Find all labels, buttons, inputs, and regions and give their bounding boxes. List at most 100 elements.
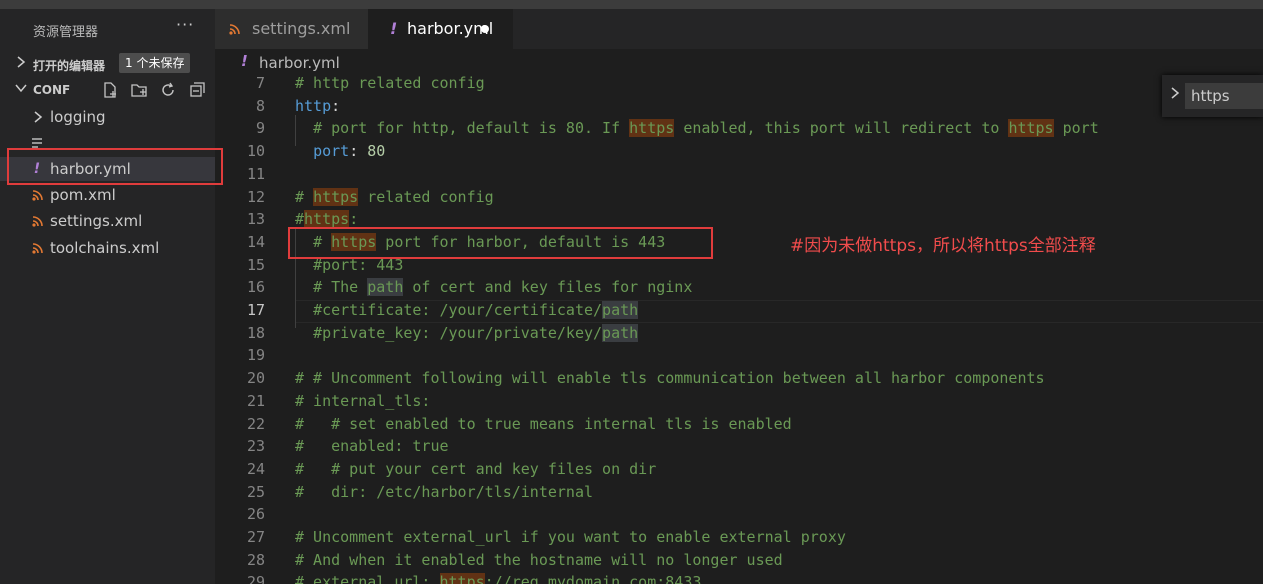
line-code: http: bbox=[295, 96, 341, 115]
line-code: #https: bbox=[295, 210, 359, 229]
line-number: 8 bbox=[255, 96, 265, 115]
line-code: # # Uncomment following will enable tls … bbox=[295, 369, 1045, 388]
tree-item-label: settings.xml bbox=[50, 212, 143, 230]
code-line[interactable]: 19 bbox=[215, 344, 1263, 367]
tab-harbor-yml[interactable]: ! harbor.yml bbox=[368, 9, 513, 49]
tab-settings-xml[interactable]: settings.xml bbox=[215, 9, 368, 49]
line-number: 11 bbox=[246, 164, 265, 183]
code-line[interactable]: 24 # # put your cert and key files on dir bbox=[215, 458, 1263, 481]
code-line[interactable]: 13 #https: bbox=[215, 208, 1263, 231]
collapse-all-icon[interactable] bbox=[188, 81, 206, 99]
code-line[interactable]: 7 # http related config bbox=[215, 75, 1263, 95]
line-code: port: 80 bbox=[313, 142, 386, 161]
file-lines-icon bbox=[30, 131, 44, 155]
code-line[interactable]: 12 # https related config bbox=[215, 186, 1263, 209]
line-number: 12 bbox=[246, 187, 265, 206]
line-code: # http related config bbox=[295, 75, 485, 92]
line-code: # dir: /etc/harbor/tls/internal bbox=[295, 482, 594, 501]
find-input[interactable]: https bbox=[1185, 83, 1263, 109]
open-editors-label: 打开的编辑器 bbox=[33, 59, 106, 73]
refresh-icon[interactable] bbox=[159, 81, 177, 99]
line-number: 26 bbox=[246, 505, 265, 524]
find-widget: https bbox=[1162, 75, 1263, 117]
line-code: # https port for harbor, default is 443 bbox=[313, 232, 666, 251]
line-code: # Uncomment external_url if you want to … bbox=[295, 528, 846, 546]
yaml-exclamation-icon: ! bbox=[33, 161, 41, 177]
code-line[interactable]: 28 # And when it enabled the hostname wil… bbox=[215, 549, 1263, 572]
line-code: # And when it enabled the hostname will … bbox=[295, 550, 783, 569]
yaml-exclamation-icon: ! bbox=[241, 52, 248, 70]
tree-item-unnamed[interactable] bbox=[0, 131, 215, 155]
line-number: 25 bbox=[246, 482, 265, 501]
code-line[interactable]: 20 # # Uncomment following will enable tl… bbox=[215, 367, 1263, 390]
code-line[interactable]: 9 # port for http, default is 80. If htt… bbox=[215, 117, 1263, 140]
line-code: # external_url: https://reg.mydomain.com… bbox=[295, 571, 701, 584]
tree-item-label: pom.xml bbox=[50, 186, 116, 204]
code-line[interactable]: 25 # dir: /etc/harbor/tls/internal bbox=[215, 481, 1263, 504]
line-number: 14 bbox=[246, 232, 265, 251]
line-number: 18 bbox=[246, 323, 265, 342]
code-line[interactable]: 10 port: 80 bbox=[215, 140, 1263, 163]
code-editor[interactable]: 7 # http related config 8 http: 9 # port for… bbox=[215, 75, 1263, 584]
line-number: 17 bbox=[246, 301, 265, 319]
line-number: 16 bbox=[246, 278, 265, 297]
line-number: 23 bbox=[246, 437, 265, 456]
unsaved-badge: 1 个未保存 bbox=[119, 53, 191, 73]
line-code: # # put your cert and key files on dir bbox=[295, 459, 657, 478]
line-code: # The path of cert and key files for ngi… bbox=[313, 278, 693, 297]
unsaved-dot-icon[interactable] bbox=[481, 25, 489, 33]
line-code: # port for http, default is 80. If https… bbox=[313, 119, 1099, 138]
code-line[interactable]: 29 # external_url: https://reg.mydomain.c… bbox=[215, 571, 1263, 584]
code-line[interactable]: 8 http: bbox=[215, 95, 1263, 118]
code-line[interactable]: 17 #certificate: /your/certificate/path bbox=[215, 299, 1263, 322]
line-number: 9 bbox=[255, 119, 265, 138]
line-number: 21 bbox=[246, 391, 265, 410]
code-line[interactable]: 21 # internal_tls: bbox=[215, 390, 1263, 413]
line-number: 7 bbox=[255, 75, 265, 92]
more-actions-icon[interactable]: ··· bbox=[176, 15, 194, 34]
tree-item-harbor-yml[interactable]: ! harbor.yml bbox=[0, 157, 215, 181]
line-number: 19 bbox=[246, 346, 265, 365]
tree-item-toolchains-xml[interactable]: toolchains.xml bbox=[0, 236, 215, 260]
code-line[interactable]: 26 bbox=[215, 503, 1263, 526]
line-code: # internal_tls: bbox=[295, 391, 431, 410]
explorer-title: 资源管理器 bbox=[33, 25, 99, 40]
yaml-exclamation-icon: ! bbox=[390, 19, 398, 38]
line-number: 28 bbox=[246, 550, 265, 569]
tree-item-logging[interactable]: logging bbox=[0, 105, 215, 129]
code-line[interactable]: 27 # Uncomment external_url if you want t… bbox=[215, 526, 1263, 549]
tree-item-pom-xml[interactable]: pom.xml bbox=[0, 183, 215, 207]
rss-icon bbox=[30, 236, 44, 260]
chevron-right-icon[interactable] bbox=[1170, 86, 1180, 104]
line-number: 10 bbox=[246, 142, 265, 161]
tree-item-settings-xml[interactable]: settings.xml bbox=[0, 209, 215, 233]
line-number: 13 bbox=[246, 210, 265, 229]
code-line[interactable]: 11 bbox=[215, 163, 1263, 186]
rss-icon bbox=[229, 10, 240, 50]
code-line[interactable]: 16 # The path of cert and key files for … bbox=[215, 276, 1263, 299]
line-code: #private_key: /your/private/key/path bbox=[313, 323, 639, 342]
line-number: 29 bbox=[246, 573, 265, 584]
title-bar-strip bbox=[0, 0, 1263, 9]
line-number: 27 bbox=[246, 528, 265, 546]
rss-icon bbox=[30, 183, 44, 207]
breadcrumb-file[interactable]: harbor.yml bbox=[259, 54, 340, 72]
line-code: # enabled: true bbox=[295, 437, 449, 456]
new-folder-icon[interactable] bbox=[130, 81, 148, 99]
indent-guide bbox=[295, 228, 296, 328]
conf-folder-label: CONF bbox=[33, 83, 71, 97]
new-file-icon[interactable] bbox=[101, 81, 119, 99]
chevron-down-icon bbox=[14, 81, 28, 99]
code-line[interactable]: 22 # # set enabled to true means internal… bbox=[215, 413, 1263, 436]
code-line[interactable]: 15 #port: 443 bbox=[215, 254, 1263, 277]
code-line[interactable]: 14 # https port for harbor, default is 4… bbox=[215, 231, 1263, 254]
tree-item-label: toolchains.xml bbox=[50, 239, 160, 257]
line-code: # https related config bbox=[295, 187, 494, 206]
line-number: 20 bbox=[246, 369, 265, 388]
line-code: #port: 443 bbox=[313, 255, 404, 274]
code-line[interactable]: 23 # enabled: true bbox=[215, 435, 1263, 458]
code-line[interactable]: 18 #private_key: /your/private/key/path bbox=[215, 322, 1263, 345]
breadcrumb: ! harbor.yml bbox=[215, 49, 1263, 75]
tab-bar: settings.xml ! harbor.yml bbox=[215, 9, 1263, 49]
explorer-sidebar: 资源管理器 ··· 打开的编辑器 1 个未保存 CONF logging ! h… bbox=[0, 9, 215, 584]
